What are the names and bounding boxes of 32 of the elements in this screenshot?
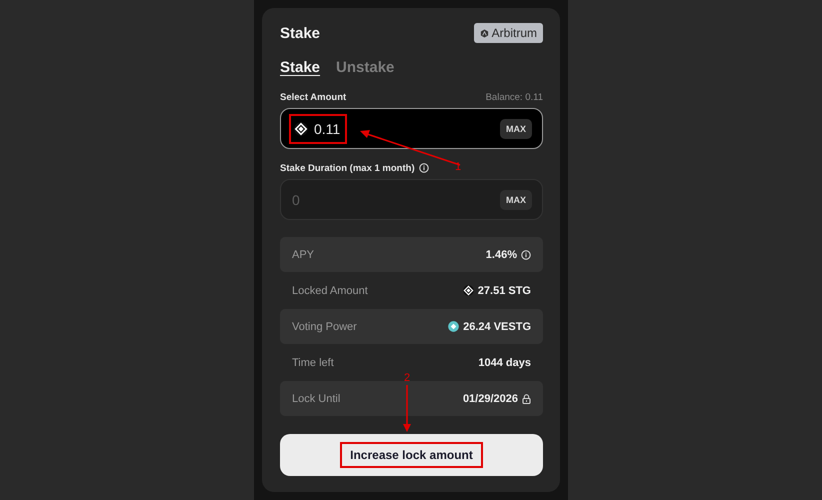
field-label: Stake Duration (max 1 month) bbox=[280, 162, 415, 174]
field-label: Select Amount bbox=[280, 92, 346, 102]
info-icon bbox=[521, 250, 531, 260]
token-icon bbox=[462, 285, 474, 296]
duration-input[interactable]: 0 bbox=[289, 192, 412, 208]
token-icon bbox=[294, 122, 308, 136]
network-label: Arbitrum bbox=[492, 26, 537, 40]
tab[interactable]: Unstake bbox=[336, 59, 394, 76]
row-label: Time left bbox=[292, 356, 334, 368]
amount-value: 0.11 bbox=[314, 120, 340, 136]
annotation-label: 2 bbox=[404, 372, 410, 384]
row-label: Lock Until bbox=[292, 392, 340, 404]
max-button[interactable]: MAX bbox=[500, 190, 532, 210]
annotation-arrow bbox=[402, 385, 412, 433]
card-title: Stake bbox=[280, 24, 320, 42]
max-button[interactable]: MAX bbox=[500, 118, 532, 138]
lock-icon bbox=[522, 394, 531, 404]
info-icon bbox=[418, 163, 429, 173]
row-value: 1044 days bbox=[478, 356, 531, 368]
row-label: APY bbox=[292, 248, 314, 260]
balance-text: Balance: 0.11 bbox=[486, 92, 543, 102]
row-value: 27.51 STG bbox=[478, 284, 531, 296]
amount-field[interactable]: 0.11 MAX bbox=[280, 108, 543, 149]
row-value: 26.24 VESTG bbox=[463, 320, 531, 332]
row-value: 01/29/2026 bbox=[462, 392, 518, 404]
network-icon bbox=[480, 28, 489, 38]
row-value: 1.46% bbox=[486, 248, 517, 260]
token-icon bbox=[448, 321, 460, 332]
increase-lock-button[interactable]: Increase lock amount bbox=[280, 434, 543, 476]
row-label: Locked Amount bbox=[292, 284, 368, 296]
tab[interactable]: Stake bbox=[280, 59, 320, 76]
row-label: Voting Power bbox=[292, 320, 357, 332]
